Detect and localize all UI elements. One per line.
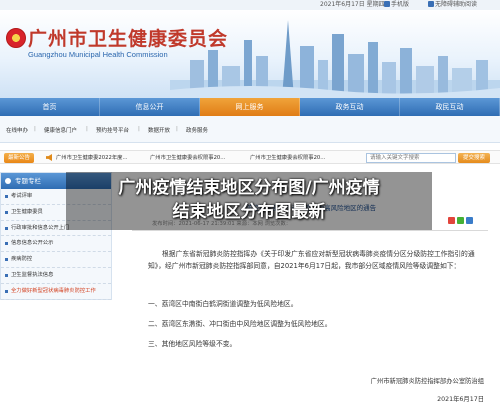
overlay-line-1: 广州疫情结束地区分布图/广州疫情 — [118, 178, 380, 198]
sidebar-item-supervision[interactable]: 卫生监督执法信息 — [1, 268, 111, 284]
nav-government-interaction[interactable]: 政务互动 — [300, 98, 400, 116]
search-input[interactable] — [366, 153, 456, 163]
overlay-line-2: 结束地区分布图最新 — [172, 202, 326, 222]
nav-online-service[interactable]: 网上服务 — [200, 98, 300, 116]
separator: | — [138, 126, 140, 132]
speaker-icon — [46, 154, 52, 161]
nav-info-disclosure[interactable]: 信息公开 — [100, 98, 200, 116]
city-skyline-image — [170, 20, 500, 98]
phone-icon — [384, 1, 390, 7]
qzone-icon[interactable] — [466, 217, 473, 224]
sidebar-item-info-public[interactable]: 信息信息公开公示 — [1, 236, 111, 253]
search-button[interactable]: 提交搜索 — [458, 153, 490, 163]
nav-public-interaction[interactable]: 政民互动 — [400, 98, 500, 116]
share-icons — [448, 217, 473, 224]
wechat-icon[interactable] — [457, 217, 464, 224]
article-signature: 广州市新冠肺炎防控指挥部办公室防治组 — [370, 378, 484, 385]
notice-item[interactable]: 广州市卫生健康委会权限事20... — [250, 154, 325, 162]
subnav-online-apply[interactable]: 在线申办 — [6, 126, 28, 134]
top-bar: 2021年6月17日 星期四 手机版 无障碍辅助阅读 — [0, 0, 500, 10]
current-date: 2021年6月17日 星期四 — [320, 1, 385, 8]
notice-item[interactable]: 广州市卫生健康委会权限事20... — [150, 154, 225, 162]
site-subtitle-en: Guangzhou Municipal Health Commission — [28, 50, 168, 59]
separator: | — [34, 126, 36, 132]
sidebar-item-disease-control[interactable]: 疾病防控 — [1, 252, 111, 268]
notice-bar: 最新公告 广州市卫生健康委2022年度... 广州市卫生健康委会权限事20...… — [0, 150, 500, 164]
article-list-item: 一、荔湾区中南街白鹤洞街道调整为低风险地区。 — [148, 300, 298, 308]
separator: | — [176, 126, 178, 132]
sub-nav: 在线申办 | 健康信息门户 | 预约挂号平台 | 数据开放 | 政务服务 — [0, 116, 500, 143]
notice-label: 最新公告 — [4, 153, 35, 163]
separator: | — [86, 126, 88, 132]
notice-item[interactable]: 广州市卫生健康委2022年度... — [56, 154, 128, 162]
article-sign-date: 2021年6月17日 — [437, 396, 484, 403]
divider — [132, 230, 488, 231]
bullet-icon — [5, 178, 11, 184]
emblem-icon — [6, 28, 26, 48]
subnav-open-data[interactable]: 数据开放 — [148, 126, 170, 134]
sidebar-item-covid[interactable]: 全力做好新型冠状病毒肺炎防控工作 — [1, 284, 111, 300]
article-list-item: 二、荔湾区东漖街、冲口街由中风险地区调整为低风险地区。 — [148, 320, 332, 328]
main-nav: 首页 信息公开 网上服务 政务互动 政民互动 — [0, 98, 500, 116]
accessibility-icon — [428, 1, 434, 7]
headline-overlay: 广州疫情结束地区分布图/广州疫情 结束地区分布图最新 — [66, 172, 432, 230]
subnav-appointment[interactable]: 预约挂号平台 — [96, 126, 129, 134]
header-banner: 广州市卫生健康委员会 Guangzhou Municipal Health Co… — [0, 10, 500, 98]
subnav-health-portal[interactable]: 健康信息门户 — [44, 126, 77, 134]
mobile-version-link[interactable]: 手机版 — [384, 1, 409, 9]
weibo-icon[interactable] — [448, 217, 455, 224]
article-list-item: 三、其他地区风险等级不变。 — [148, 340, 237, 348]
nav-home[interactable]: 首页 — [0, 98, 100, 116]
article-paragraph: 根据广东省新冠肺炎防控指挥办《关于印发广东省应对新型冠状病毒肺炎疫情分区分级防控… — [148, 250, 475, 270]
subnav-gov-service[interactable]: 政务服务 — [186, 126, 208, 134]
overlay-headline: 广州疫情结束地区分布图/广州疫情 结束地区分布图最新 — [66, 176, 432, 224]
accessibility-link[interactable]: 无障碍辅助阅读 — [428, 1, 477, 9]
